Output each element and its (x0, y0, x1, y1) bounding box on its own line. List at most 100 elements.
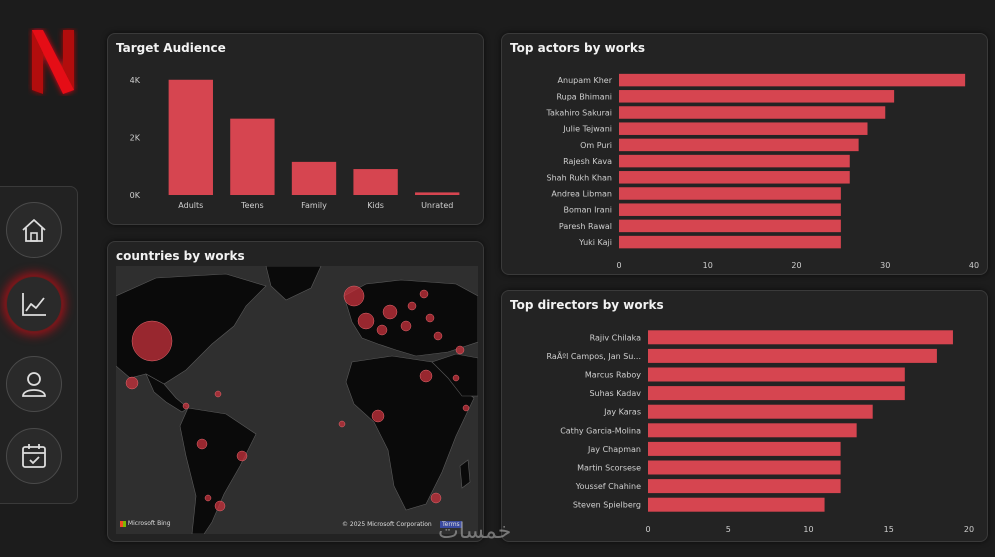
category-label: Boman Irani (563, 206, 612, 215)
netflix-logo (32, 30, 74, 94)
bubble-nigeria (419, 369, 433, 383)
bubble-spain (376, 324, 388, 336)
bar-ra-l-campos-jan-su (648, 348, 937, 363)
watermark: خمسات (438, 519, 512, 544)
bar-cathy-garcia-molina (648, 423, 857, 438)
category-label: Yuki Kaji (578, 238, 612, 247)
category-label: Steven Spielberg (573, 501, 641, 510)
x-tick-label: 20 (964, 525, 974, 534)
bubble-netherlands (407, 301, 417, 311)
madagascar-shape (459, 459, 471, 489)
bubble-cuba (214, 390, 222, 398)
x-tick-label: Family (301, 201, 327, 210)
x-tick-label: 30 (880, 261, 890, 270)
category-label: Rajesh Kava (563, 157, 612, 166)
category-label: Jay Chapman (587, 445, 641, 454)
x-tick-label: 0 (616, 261, 621, 270)
category-label: Rupa Bhimani (556, 92, 612, 101)
bubble-united-kingdom (343, 285, 365, 307)
map-copyright: © 2025 Microsoft Corporation (342, 521, 432, 528)
top-directors-chart: Rajiv Chilaka RaÃºl Campos, Jan Su... Marc… (547, 330, 974, 534)
bar-takahiro-sakurai (619, 106, 886, 119)
south-america-shape (179, 407, 257, 534)
nav-home-button[interactable] (6, 202, 62, 258)
calendar-icon (22, 444, 46, 468)
y-tick-label: 0K (130, 191, 141, 200)
greenland-shape (265, 266, 322, 301)
x-tick-label: 5 (726, 525, 731, 534)
category-label: Martin Scorsese (577, 464, 641, 473)
bar-martin-scorsese (648, 460, 841, 475)
category-label: RaÃºl Campos, Jan Su... (547, 351, 641, 361)
bubble-egypt (455, 345, 465, 355)
bar-om-puri (619, 138, 859, 152)
side-nav (0, 186, 78, 504)
home-icon (22, 219, 46, 242)
bubble-poland (425, 313, 435, 323)
top-directors-card: Top directors by works Rajiv Chilaka RaÃº… (501, 290, 988, 542)
category-label: Suhas Kadav (589, 389, 641, 398)
x-tick-label: Unrated (421, 201, 453, 210)
nav-analytics-button[interactable] (6, 276, 62, 332)
bar-jay-karas (648, 404, 873, 419)
bar-shah-rukh-khan (619, 171, 850, 184)
bar-teens (230, 118, 275, 195)
chart-icon (22, 293, 46, 316)
x-tick-label: 0 (645, 525, 650, 534)
target-audience-chart: 0K 2K 4K Adults Teens Family Kids Unrated (130, 76, 460, 210)
x-tick-label: Teens (240, 201, 264, 210)
bar-yuki-kaji (619, 235, 841, 249)
bubble-turkey (433, 331, 443, 341)
top-actors-card: Top actors by works Anupam Kher Rupa Bhim… (501, 33, 988, 275)
category-label: Takahiro Sakurai (545, 109, 612, 118)
bubble-sweden (419, 289, 429, 299)
bubble-france (357, 312, 375, 330)
x-tick-label: 40 (969, 261, 979, 270)
bar-family (291, 161, 337, 195)
bar-rajesh-kava (619, 154, 850, 168)
bar-boman-irani (619, 203, 841, 216)
bubble-saudi-arabia (452, 374, 460, 382)
category-label: Cathy Garcia-Molina (560, 426, 641, 435)
bubble-colombia (196, 438, 208, 450)
bubble-ghana (371, 409, 385, 423)
bubble-italy (400, 320, 412, 332)
bubble-united-states (131, 320, 173, 362)
world-map[interactable]: Microsoft Bing © 2025 Microsoft Corporat… (116, 266, 478, 534)
bubble-chile (204, 494, 212, 502)
bar-anupam-kher (619, 73, 966, 87)
bubble-kenya (462, 404, 470, 412)
x-tick-label: 15 (884, 525, 894, 534)
bar-adults (168, 79, 213, 195)
target-audience-card: Target Audience 0K 2K 4K Adults Teens Family K… (107, 33, 484, 225)
bing-logo: Microsoft Bing (120, 520, 171, 527)
x-tick-label: Kids (367, 201, 384, 210)
bar-rupa-bhimani (619, 90, 895, 103)
category-label: Paresh Rawal (559, 222, 612, 231)
category-label: Shah Rukh Khan (547, 173, 612, 182)
top-actors-chart: Anupam Kher Rupa Bhimani Takahiro Sakurai J… (545, 73, 979, 270)
x-tick-label: 10 (803, 525, 813, 534)
bar-kids (353, 169, 398, 195)
bar-jay-chapman (648, 441, 841, 456)
bar-youssef-chahine (648, 479, 841, 494)
countries-title: countries by works (116, 249, 245, 263)
bubble-brazil (236, 450, 248, 462)
nav-calendar-button[interactable] (6, 428, 62, 484)
bar-unrated (415, 192, 460, 195)
bar-paresh-rawal (619, 219, 841, 233)
countries-card: countries by works Microsoft Bing © 2025… (107, 241, 484, 542)
x-tick-label: 10 (703, 261, 713, 270)
category-label: Julie Tejwani (562, 125, 612, 134)
bubble-south-africa (430, 492, 442, 504)
bubble-germany (382, 304, 398, 320)
world-map-svg (116, 266, 478, 534)
bar-steven-spielberg (648, 497, 825, 512)
bubble-argentina (214, 500, 226, 512)
category-label: Jay Karas (603, 408, 641, 417)
category-label: Om Puri (580, 141, 612, 150)
category-label: Anupam Kher (558, 76, 613, 85)
category-label: Rajiv Chilaka (590, 333, 642, 342)
nav-profile-button[interactable] (6, 356, 62, 412)
bar-suhas-kadav (648, 386, 905, 401)
